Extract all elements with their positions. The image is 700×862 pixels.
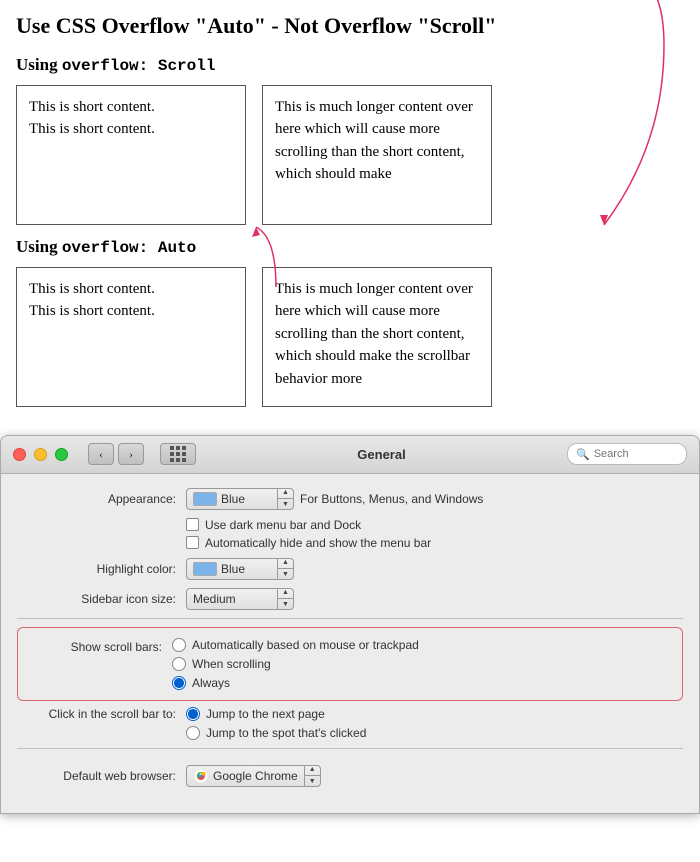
section1-heading: Using overflow: Scroll [16,55,684,75]
preferences-content: Appearance: Blue ▲ ▼ For Buttons, Menus,… [1,474,699,813]
search-box[interactable]: 🔍 [567,443,687,465]
divider-2 [17,748,683,749]
appearance-stepper[interactable]: ▲ ▼ [277,488,293,510]
article-section: Use CSS Overflow "Auto" - Not Overflow "… [0,0,700,427]
grid-view-button[interactable] [160,443,196,465]
search-input[interactable] [594,448,674,460]
close-button[interactable] [13,448,26,461]
short-content-box-auto[interactable]: This is short content. This is short con… [16,267,246,407]
appearance-color-swatch [193,492,217,506]
browser-select[interactable]: Google Chrome ▲ ▼ [186,765,321,787]
scroll-always-label: Always [192,676,230,690]
appearance-control: Blue ▲ ▼ For Buttons, Menus, and Windows [186,488,483,510]
browser-row: Default web browser: Google Chrome ▲ ▼ [1,757,699,791]
click-next-radio[interactable] [186,707,200,721]
scroll-auto-label: Automatically based on mouse or trackpad [192,638,419,652]
window-title: General [204,447,559,462]
scroll-bars-row: Show scroll bars: Automatically based on… [32,638,668,690]
highlight-label: Highlight color: [21,562,176,576]
click-label: Click in the scroll bar to: [21,707,176,721]
radio-selected-dot [176,680,182,686]
search-icon: 🔍 [576,448,590,461]
sidebar-label: Sidebar icon size: [21,592,176,606]
click-options: Jump to the next page Jump to the spot t… [186,707,366,740]
dark-menu-row: Use dark menu bar and Dock [186,518,361,532]
forward-button[interactable]: › [118,443,144,465]
article-title: Use CSS Overflow "Auto" - Not Overflow "… [16,12,684,41]
chrome-icon [193,768,209,784]
appearance-description: For Buttons, Menus, and Windows [300,492,483,506]
sidebar-stepper[interactable]: ▲ ▼ [277,588,293,610]
mac-window: ‹ › General 🔍 Appearance: Blue [0,435,700,814]
back-button[interactable]: ‹ [88,443,114,465]
click-spot-label: Jump to the spot that's clicked [206,726,366,740]
overflow-auto-demo: This is short content. This is short con… [16,267,684,407]
click-spot-option[interactable]: Jump to the spot that's clicked [186,726,366,740]
section2-heading: Using overflow: Auto [16,237,684,257]
nav-buttons: ‹ › [88,443,144,465]
highlight-color-swatch [193,562,217,576]
scroll-scrolling-label: When scrolling [192,657,271,671]
appearance-select[interactable]: Blue ▲ ▼ [186,488,294,510]
appearance-label: Appearance: [21,492,176,506]
click-next-label: Jump to the next page [206,707,325,721]
click-next-dot [190,711,196,717]
click-scroll-section: Click in the scroll bar to: Jump to the … [1,707,699,740]
grid-icon [170,446,187,463]
scroll-bars-section: Show scroll bars: Automatically based on… [17,627,683,701]
click-next-page-option[interactable]: Jump to the next page [186,707,366,721]
checkbox-rows: Use dark menu bar and Dock Automatically… [166,518,699,550]
scroll-auto-radio[interactable] [172,638,186,652]
scroll-auto-option[interactable]: Automatically based on mouse or trackpad [172,638,419,652]
highlight-select[interactable]: Blue ▲ ▼ [186,558,294,580]
click-spot-radio[interactable] [186,726,200,740]
divider-1 [17,618,683,619]
scroll-scrolling-option[interactable]: When scrolling [172,657,419,671]
overflow-scroll-demo: This is short content. This is short con… [16,85,684,225]
dark-menu-label: Use dark menu bar and Dock [205,518,361,532]
click-scroll-row: Click in the scroll bar to: Jump to the … [21,707,679,740]
long-content-box-auto[interactable]: This is much longer content over here wh… [262,267,492,407]
sidebar-row: Sidebar icon size: Medium ▲ ▼ [1,588,699,610]
browser-label: Default web browser: [21,769,176,783]
scroll-always-radio[interactable] [172,676,186,690]
appearance-row: Appearance: Blue ▲ ▼ For Buttons, Menus,… [1,488,699,510]
minimize-button[interactable] [34,448,47,461]
auto-hide-label: Automatically hide and show the menu bar [205,536,431,550]
sidebar-select[interactable]: Medium ▲ ▼ [186,588,294,610]
dark-menu-checkbox[interactable] [186,518,199,531]
scroll-bars-label: Show scroll bars: [32,638,162,654]
highlight-row: Highlight color: Blue ▲ ▼ [1,558,699,580]
maximize-button[interactable] [55,448,68,461]
scroll-bars-options: Automatically based on mouse or trackpad… [172,638,419,690]
short-content-box-scroll[interactable]: This is short content. This is short con… [16,85,246,225]
long-content-box-scroll[interactable]: This is much longer content over here wh… [262,85,492,225]
highlight-stepper[interactable]: ▲ ▼ [277,558,293,580]
mac-titlebar: ‹ › General 🔍 [1,436,699,474]
scroll-scrolling-radio[interactable] [172,657,186,671]
scroll-always-option[interactable]: Always [172,676,419,690]
auto-hide-row: Automatically hide and show the menu bar [186,536,431,550]
browser-stepper[interactable]: ▲ ▼ [304,765,320,787]
auto-hide-checkbox[interactable] [186,536,199,549]
